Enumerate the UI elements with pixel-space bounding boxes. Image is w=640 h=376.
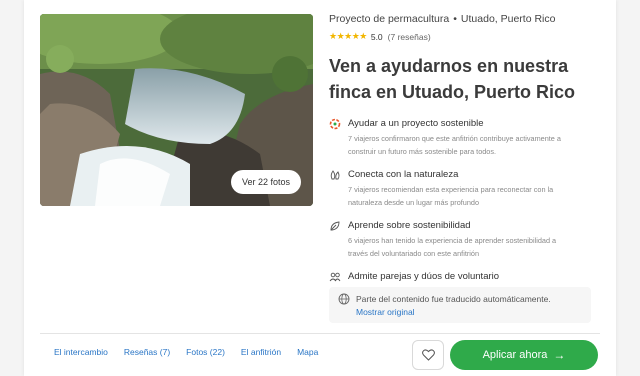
- arrow-right-icon: →: [553, 348, 566, 362]
- people-icon: [329, 272, 341, 282]
- page-title: Ven a ayudarnos en nuestra finca en Utua…: [329, 53, 604, 105]
- feature-desc-line: construir un futuro más sostenible para …: [348, 147, 497, 156]
- feature-couples: Admite parejas y dúos de voluntario: [329, 270, 604, 283]
- features-list: Ayudar a un proyecto sostenible 7 viajer…: [329, 117, 604, 283]
- feature-desc-line: través del voluntariado con este anfitri…: [348, 249, 480, 258]
- feature-title: Conecta con la naturaleza: [348, 169, 459, 180]
- reviews-count-link[interactable]: (7 reseñas): [388, 32, 431, 42]
- heart-icon: [421, 349, 435, 361]
- rating-score: 5.0: [370, 31, 383, 42]
- tab-photos[interactable]: Fotos (22): [186, 347, 225, 357]
- star-rating-icon: ★★★★★: [329, 31, 367, 41]
- title-line-1: Ven a ayudarnos en nuestra: [329, 56, 569, 76]
- apply-label: Aplicar ahora: [482, 349, 548, 361]
- feature-description: 6 viajeros han tenido la experiencia de …: [329, 234, 604, 260]
- breadcrumb-separator: •: [453, 13, 457, 25]
- tab-host[interactable]: El anfitrión: [241, 347, 281, 357]
- favorite-button[interactable]: [412, 340, 444, 370]
- feature-title: Aprende sobre sostenibilidad: [348, 220, 471, 231]
- tab-exchange[interactable]: El intercambio: [54, 347, 108, 357]
- leaf-icon: [330, 221, 340, 231]
- show-original-link[interactable]: Mostrar original: [356, 307, 415, 317]
- feature-desc-line: 6 viajeros han tenido la experiencia de …: [348, 236, 557, 245]
- category-label[interactable]: Proyecto de permacultura: [329, 13, 449, 25]
- tab-reviews[interactable]: Reseñas (7): [124, 347, 170, 357]
- sustainability-icon: [329, 118, 341, 130]
- title-line-2: finca en Utuado, Puerto Rico: [329, 82, 576, 102]
- feature-learn-sustainability: Aprende sobre sostenibilidad 6 viajeros …: [329, 219, 604, 260]
- view-photos-button[interactable]: Ver 22 fotos: [230, 170, 301, 194]
- divider: [40, 333, 600, 334]
- globe-icon: [338, 293, 350, 305]
- listing-photo[interactable]: Ver 22 fotos: [40, 14, 313, 206]
- listing-card: Ver 22 fotos Proyecto de permacultura • Ut…: [24, 0, 616, 376]
- location-label[interactable]: Utuado, Puerto Rico: [461, 13, 556, 25]
- breadcrumb: Proyecto de permacultura • Utuado, Puerto …: [329, 13, 604, 25]
- section-tabs: El intercambio Reseñas (7) Fotos (22) El…: [54, 347, 334, 357]
- nature-icon: [330, 170, 340, 180]
- feature-desc-line: 7 viajeros confirmaron que este anfitrió…: [348, 134, 561, 143]
- feature-description: 7 viajeros confirmaron que este anfitrió…: [329, 132, 604, 158]
- feature-desc-line: naturaleza desde un lugar más profundo: [348, 198, 480, 207]
- notice-text: Parte del contenido fue traducido automá…: [356, 294, 551, 304]
- feature-title: Admite parejas y dúos de voluntario: [348, 271, 500, 282]
- feature-desc-line: 7 viajeros recomiendan esta experiencia …: [348, 185, 554, 194]
- apply-now-button[interactable]: Aplicar ahora →: [450, 340, 598, 370]
- feature-title: Ayudar a un proyecto sostenible: [348, 118, 484, 129]
- feature-nature: Conecta con la naturaleza 7 viajeros rec…: [329, 168, 604, 209]
- tab-map[interactable]: Mapa: [297, 347, 318, 357]
- feature-description: 7 viajeros recomiendan esta experiencia …: [329, 183, 604, 209]
- feature-sustainable-project: Ayudar a un proyecto sostenible 7 viajer…: [329, 117, 604, 158]
- translation-notice: Parte del contenido fue traducido automá…: [329, 287, 591, 323]
- listing-info: Proyecto de permacultura • Utuado, Puerto …: [329, 13, 604, 293]
- rating: ★★★★★ 5.0 (7 reseñas): [329, 31, 604, 42]
